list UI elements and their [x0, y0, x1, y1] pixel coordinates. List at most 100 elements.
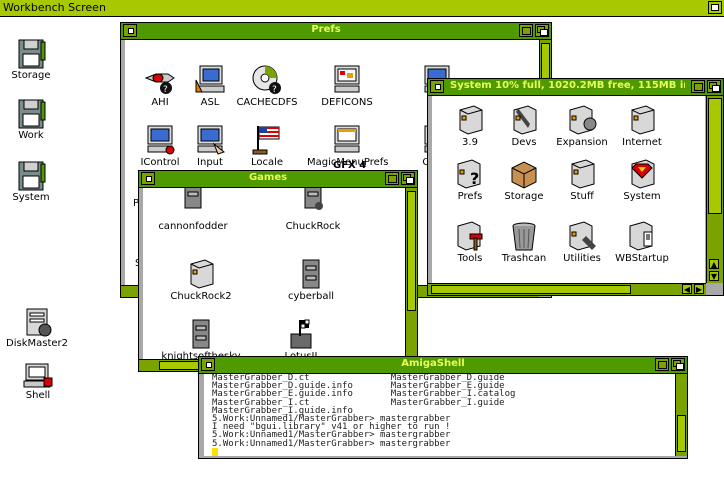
icon-label: cyberball: [287, 291, 335, 302]
drawer-icon-system[interactable]: System: [602, 158, 682, 202]
disk-label: Storage: [11, 70, 51, 81]
scroll-knob[interactable]: [431, 285, 632, 294]
system-vertical-scrollbar[interactable]: ▲ ▼: [706, 96, 723, 283]
prefs-title-bar[interactable]: Prefs: [121, 23, 551, 40]
games-window[interactable]: Games cannonfodder ChuckRock ChuckRock2 …: [138, 170, 418, 372]
zoom-gadget[interactable]: [519, 24, 533, 37]
drawer-icon-wbstartup[interactable]: WBStartup: [602, 220, 682, 264]
disk-label: System: [12, 192, 50, 203]
game-icon-knightsofthesky[interactable]: knightsofthesky: [161, 318, 241, 359]
depth-gadget[interactable]: [671, 358, 685, 371]
icon-label: DEFICONS: [321, 97, 373, 108]
icon-label: Locale: [250, 157, 284, 168]
monitor-icon: [197, 125, 226, 155]
tool-icon-diskmaster2[interactable]: DiskMaster2: [2, 306, 72, 349]
system-contents: 3.9 Devs Expansion Internet ? Prefs Stor…: [432, 96, 705, 283]
depth-gadget[interactable]: [535, 24, 549, 37]
cd-icon: ?: [252, 65, 281, 95]
amigashell-window[interactable]: AmigaShell MasterGrabber_D.ct MasterGrab…: [198, 356, 688, 459]
shell-output[interactable]: MasterGrabber_D.ct MasterGrabber_D.guide…: [204, 374, 675, 456]
depth-gadget[interactable]: [707, 80, 721, 93]
system-title-bar[interactable]: System 10% full, 1020.2MB free, 115MB in…: [428, 79, 723, 96]
disk-label: Work: [18, 130, 44, 141]
scroll-knob[interactable]: [708, 98, 722, 214]
scroll-up-arrow[interactable]: ▲: [709, 259, 719, 269]
floppy-icon: [18, 39, 46, 69]
drawer-question-icon: ?: [457, 159, 481, 189]
svg-text:?: ?: [470, 169, 479, 188]
cabinet-icon: [184, 188, 202, 209]
zoom-gadget[interactable]: [385, 172, 399, 185]
computer-icon: [26, 308, 52, 337]
close-gadget[interactable]: [201, 358, 215, 371]
window-title: Games: [248, 172, 288, 183]
game-icon-lotusii[interactable]: LotusII: [261, 318, 341, 359]
game-icon-chuckrock2[interactable]: ChuckRock2: [161, 258, 241, 302]
window-title: Prefs: [311, 24, 341, 35]
shell-title-bar[interactable]: AmigaShell: [199, 357, 687, 374]
shell-vertical-scrollbar[interactable]: [675, 374, 687, 456]
svg-text:?: ?: [163, 85, 168, 95]
close-gadget[interactable]: [430, 80, 444, 93]
close-gadget[interactable]: [141, 172, 155, 185]
scroll-left-arrow[interactable]: ◀: [682, 284, 692, 294]
games-contents: cannonfodder ChuckRock ChuckRock2 cyberb…: [143, 188, 405, 359]
cabinet-icon: [304, 188, 323, 210]
tool-icon-shell[interactable]: Shell: [10, 358, 66, 401]
tool-label: DiskMaster2: [6, 338, 68, 349]
system-window[interactable]: System 10% full, 1020.2MB free, 115MB in…: [427, 78, 724, 296]
drawer-icon: [459, 105, 483, 135]
tools-icon: [513, 105, 537, 135]
floppy-icon: [18, 161, 46, 191]
icon-label: Internet: [622, 137, 662, 148]
window-title: System 10% full, 1020.2MB free, 115MB in…: [450, 80, 685, 91]
drawer-icon: [190, 259, 214, 289]
scroll-down-arrow[interactable]: ▼: [709, 271, 719, 281]
zoom-gadget[interactable]: [655, 358, 669, 371]
scroll-knob[interactable]: [407, 191, 416, 311]
drawer-icon-internet[interactable]: Internet: [602, 104, 682, 148]
trashcan-icon: [512, 222, 536, 251]
icon-label: System: [623, 191, 661, 202]
game-icon-cannonfodder[interactable]: cannonfodder: [153, 188, 233, 232]
depth-gadget[interactable]: [401, 172, 415, 185]
switch-drawer-icon: [629, 221, 653, 251]
lightbulb-drawer-icon: [569, 105, 597, 135]
prefs-icon-deficons[interactable]: DEFICONS: [307, 64, 387, 108]
hammer-drawer-icon: [457, 221, 483, 251]
game-icon-chuckrock[interactable]: ChuckRock: [273, 188, 353, 232]
disk-icon-system[interactable]: System: [6, 160, 56, 203]
scroll-right-arrow[interactable]: ▶: [694, 284, 704, 294]
disk-icon-storage[interactable]: Storage: [6, 38, 56, 81]
icon-label: ChuckRock2: [170, 291, 232, 302]
flag-icon: [252, 126, 280, 155]
disk-icon-work[interactable]: Work: [6, 98, 56, 141]
screen-depth-gadget[interactable]: [708, 1, 722, 14]
prefs-icon-locale[interactable]: Locale: [227, 124, 307, 168]
icon-label: CACHECDFS: [236, 97, 298, 108]
monitor-icon: [334, 125, 360, 153]
superman-drawer-icon: [631, 159, 655, 189]
zoom-gadget[interactable]: [691, 80, 705, 93]
window-title: AmigaShell: [401, 358, 465, 369]
floppy-icon: [18, 99, 46, 129]
shell-line: 5.Work:Unnamed1/MasterGrabber> mastergra…: [212, 438, 451, 449]
screen-title-bar[interactable]: Workbench Screen: [0, 0, 724, 17]
cabinet-icon: [192, 319, 210, 349]
close-gadget[interactable]: [123, 24, 137, 37]
games-vertical-scrollbar[interactable]: [405, 188, 417, 359]
drawer-icon: [631, 105, 655, 135]
scroll-knob[interactable]: [677, 415, 686, 452]
text-cursor: [212, 447, 218, 456]
icon-label: WBStartup: [615, 253, 669, 264]
prefs-icon-cachecdfs[interactable]: ? CACHECDFS: [227, 64, 307, 108]
monitor-icon: [195, 65, 225, 93]
system-horizontal-scrollbar[interactable]: ◀ ▶: [428, 283, 706, 295]
games-title-bar[interactable]: Games: [139, 171, 417, 188]
box-icon: [511, 161, 537, 189]
game-icon-cyberball[interactable]: cyberball: [271, 258, 351, 302]
icon-label: ChuckRock: [285, 221, 341, 232]
tool-label: Shell: [25, 390, 51, 401]
shell-icon: [23, 363, 53, 388]
screen-title: Workbench Screen: [3, 1, 106, 14]
